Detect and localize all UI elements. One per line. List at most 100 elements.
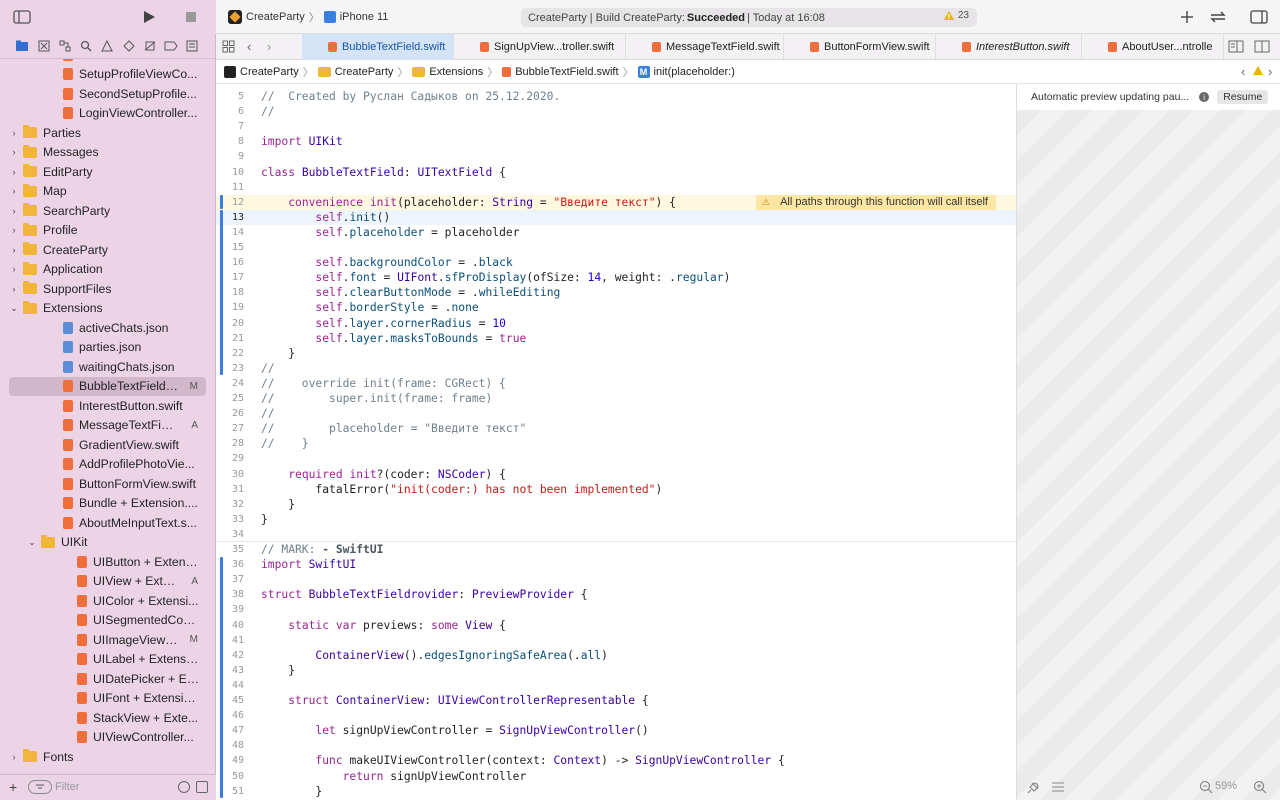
code-text[interactable]: self.init()	[261, 211, 390, 224]
code-line[interactable]: 29	[216, 451, 1016, 466]
sidebar-item[interactable]: waitingChats.json	[9, 357, 206, 376]
line-number[interactable]: 24	[216, 378, 250, 389]
resume-button[interactable]: Resume	[1217, 90, 1269, 104]
breakpoint-navigator-icon[interactable]	[163, 38, 179, 54]
code-text[interactable]: self.layer.cornerRadius = 10	[261, 317, 506, 330]
code-line[interactable]: 5 // Created by Руслан Садыков on 25.12.2…	[216, 89, 1016, 104]
chevron-right-icon[interactable]: ›	[9, 167, 19, 177]
code-text[interactable]: required init?(coder: NSCoder) {	[261, 468, 506, 481]
code-line[interactable]: 21 self.layer.masksToBounds = true	[216, 331, 1016, 346]
code-text[interactable]: ContainerView().edgesIgnoringSafeArea(.a…	[261, 649, 607, 662]
editor-tab[interactable]: InterestButton.swift	[936, 34, 1082, 60]
code-text[interactable]: self.borderStyle = .none	[261, 301, 478, 314]
sidebar-item[interactable]: ⌄ UIKit	[9, 533, 206, 552]
sidebar-item[interactable]: UIImageView +... M	[9, 630, 206, 649]
code-line[interactable]: 14 self.placeholder = placeholder	[216, 225, 1016, 240]
editor-tab[interactable]: AboutUser...ntrolle	[1082, 34, 1224, 60]
jump-project[interactable]: CreateParty	[240, 66, 299, 78]
code-line[interactable]: 46	[216, 708, 1016, 723]
sidebar-item[interactable]: GradientView.swift	[9, 435, 206, 454]
code-text[interactable]: }	[261, 513, 268, 526]
sidebar-item[interactable]: UIButton + Extens...	[9, 552, 206, 571]
split-editor-icon[interactable]	[1254, 40, 1270, 56]
code-line[interactable]: 30 required init?(coder: NSCoder) {	[216, 467, 1016, 482]
code-line[interactable]: 42 ContainerView().edgesIgnoringSafeArea…	[216, 648, 1016, 663]
code-text[interactable]: struct ContainerView: UIViewControllerRe…	[261, 694, 649, 707]
report-navigator-icon[interactable]	[184, 38, 200, 54]
sidebar-item[interactable]: › Profile	[9, 221, 206, 240]
code-text[interactable]: self.layer.masksToBounds = true	[261, 332, 526, 345]
code-line[interactable]: 15	[216, 240, 1016, 255]
activity-view[interactable]: CreateParty | Build CreateParty: Succeed…	[521, 8, 977, 27]
sidebar-item[interactable]: UILabel + Extensi...	[9, 650, 206, 669]
sidebar-item[interactable]: UIFont + Extensio...	[9, 689, 206, 708]
code-text[interactable]: //	[261, 362, 275, 375]
zoom-in-icon[interactable]	[1253, 780, 1267, 797]
chevron-right-icon[interactable]: ›	[9, 245, 19, 255]
sidebar-item[interactable]: StackView + Exte...	[9, 708, 206, 727]
code-text[interactable]: // super.init(frame: frame)	[261, 392, 492, 405]
code-text[interactable]: // override init(frame: CGRect) {	[261, 377, 506, 390]
sidebar-item[interactable]: MessageTextFiel... A	[9, 416, 206, 435]
code-text[interactable]: //	[261, 407, 275, 420]
code-text[interactable]: }	[261, 664, 295, 677]
code-line[interactable]: 32 }	[216, 497, 1016, 512]
editor-tab[interactable]: MessageTextField.swift	[626, 34, 784, 60]
sidebar-item[interactable]: UIDatePicker + Ex...	[9, 669, 206, 688]
code-line[interactable]: 27 // placeholder = "Введите текст"	[216, 421, 1016, 436]
line-number[interactable]: 29	[216, 453, 250, 464]
chevron-right-icon[interactable]: ›	[9, 264, 19, 274]
code-text[interactable]: return signUpViewController	[261, 770, 527, 783]
code-line[interactable]: 17 self.font = UIFont.sfProDisplay(ofSiz…	[216, 270, 1016, 285]
info-icon[interactable]: i	[1199, 92, 1210, 102]
debug-navigator-icon[interactable]	[142, 38, 158, 54]
code-text[interactable]: func makeUIViewController(context: Conte…	[261, 754, 784, 767]
line-number[interactable]: 11	[216, 182, 250, 193]
code-line[interactable]: 16 self.backgroundColor = .black	[216, 255, 1016, 270]
code-line[interactable]: 51 }	[216, 784, 1016, 799]
code-text[interactable]: class BubbleTextField: UITextField {	[261, 166, 506, 179]
jump-symbol[interactable]: init(placeholder:)	[654, 66, 735, 78]
code-line[interactable]: 19 self.borderStyle = .none	[216, 300, 1016, 315]
code-text[interactable]: // }	[261, 437, 309, 450]
code-line[interactable]: 11	[216, 180, 1016, 195]
code-text[interactable]: self.clearButtonMode = .whileEditing	[261, 286, 560, 299]
jump-file[interactable]: BubbleTextField.swift	[515, 66, 618, 78]
chevron-right-icon[interactable]: ›	[9, 186, 19, 196]
code-text[interactable]: fatalError("init(coder:) has not been im…	[261, 483, 662, 496]
sidebar-item[interactable]: SetupProfileViewCo...	[9, 65, 206, 84]
sidebar-item[interactable]: AddProfilePhotoVie...	[9, 455, 206, 474]
code-text[interactable]: // Created by Руслан Садыков on 25.12.20…	[261, 90, 560, 103]
code-line[interactable]: 37	[216, 572, 1016, 587]
sidebar-item[interactable]: › Parties	[9, 123, 206, 142]
code-line[interactable]: 20 self.layer.cornerRadius = 10	[216, 316, 1016, 331]
code-text[interactable]: convenience init(placeholder: String = "…	[261, 196, 676, 209]
sidebar-item[interactable]: › Map	[9, 182, 206, 201]
code-line[interactable]: 6 //	[216, 104, 1016, 119]
sidebar-item[interactable]: › Messages	[9, 143, 206, 162]
line-number[interactable]: 26	[216, 408, 250, 419]
code-line[interactable]: 41	[216, 633, 1016, 648]
pin-icon[interactable]	[1027, 780, 1041, 797]
editor-tab[interactable]: SignUpView...troller.swift	[454, 34, 626, 60]
line-number[interactable]: 30	[216, 469, 250, 480]
code-text[interactable]: //	[261, 105, 275, 118]
code-text[interactable]: self.backgroundColor = .black	[261, 256, 512, 269]
sidebar-item[interactable]: activeChats.json	[9, 318, 206, 337]
code-text[interactable]: }	[261, 347, 295, 360]
code-text[interactable]: }	[261, 498, 295, 511]
jump-group[interactable]: CreateParty	[335, 66, 394, 78]
chevron-right-icon[interactable]: ›	[9, 284, 19, 294]
sidebar-item[interactable]: Bundle + Extension....	[9, 494, 206, 513]
chevron-right-icon[interactable]: ›	[9, 128, 19, 138]
code-text[interactable]: import SwiftUI	[261, 558, 356, 571]
code-line[interactable]: 31 fatalError("init(coder:) has not been…	[216, 482, 1016, 497]
code-line[interactable]: 34	[216, 527, 1016, 542]
sidebar-item[interactable]: UIView + Exte... A	[9, 572, 206, 591]
scheme-selector[interactable]: CreateParty 〉 iPhone 11	[228, 9, 388, 25]
sidebar-item[interactable]: SecondSetupProfile...	[9, 84, 206, 103]
chevron-right-icon[interactable]: ›	[9, 225, 19, 235]
source-change-bar[interactable]	[220, 209, 223, 375]
code-line[interactable]: 47 let signUpViewController = SignUpView…	[216, 723, 1016, 738]
code-area[interactable]: 5 // Created by Руслан Садыков on 25.12.2…	[216, 84, 1016, 800]
